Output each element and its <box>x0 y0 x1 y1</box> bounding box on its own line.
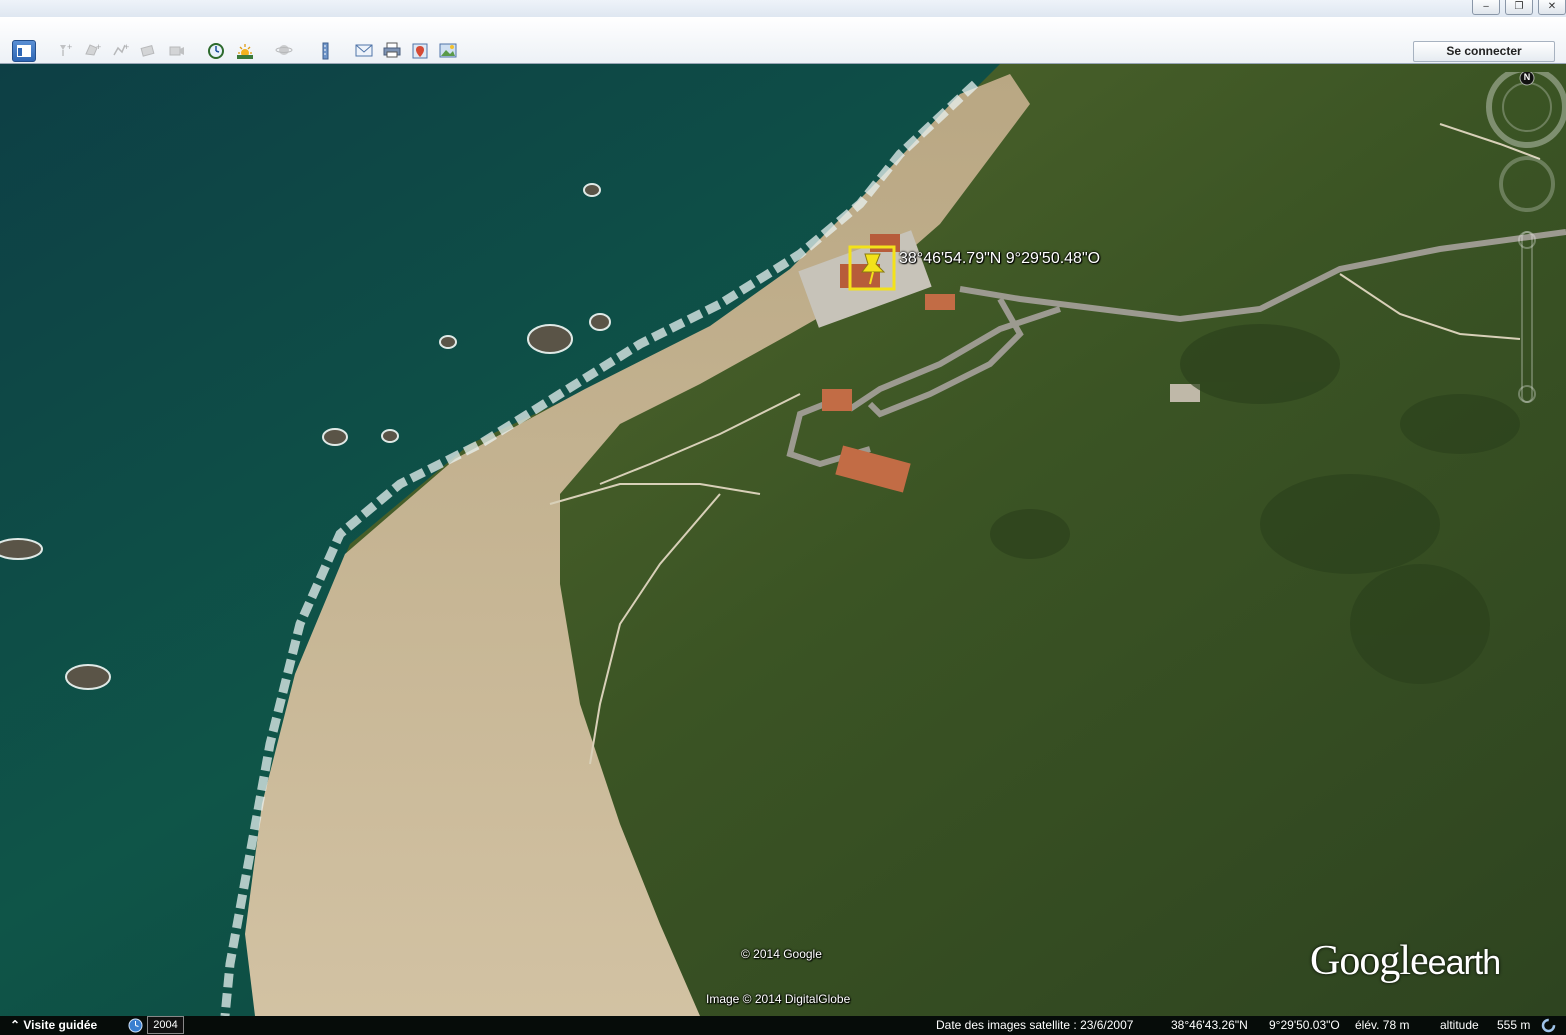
save-image-icon <box>439 43 457 58</box>
imagery-date: Date des images satellite : 23/6/2007 <box>936 1018 1134 1032</box>
cursor-elevation: élév. 78 m <box>1355 1018 1410 1032</box>
svg-text:+: + <box>124 42 129 52</box>
sunlight-button[interactable] <box>233 40 257 62</box>
svg-text:+: + <box>96 42 101 52</box>
historical-imagery-button[interactable] <box>204 40 228 62</box>
save-image-button[interactable] <box>436 40 460 62</box>
email-button[interactable] <box>352 40 376 62</box>
sidebar-icon <box>17 45 31 57</box>
polygon-icon: + <box>85 42 101 56</box>
sign-in-button[interactable]: Se connecter <box>1413 41 1555 62</box>
placemark-icon: + <box>60 42 72 56</box>
cursor-latitude: 38°46'43.26"N <box>1171 1018 1248 1032</box>
sun-icon <box>237 44 253 59</box>
earth-3d-view[interactable]: 38°46'54.79"N 9°29'50.48"O © 2014 Google… <box>0 64 1566 1016</box>
add-placemark-button[interactable]: + <box>53 40 77 62</box>
placemark-coordinates-label: 38°46'54.79"N 9°29'50.48"O <box>899 250 1101 267</box>
sidebar-toggle-button[interactable] <box>12 40 36 62</box>
ruler-icon <box>322 42 329 60</box>
streaming-progress-icon <box>1541 1018 1556 1033</box>
copyright-imagery: Image © 2014 DigitalGlobe <box>706 992 851 1006</box>
altitude-label: altitude <box>1440 1018 1479 1032</box>
close-button[interactable]: ✕ <box>1538 0 1566 15</box>
record-tour-button[interactable] <box>165 40 189 62</box>
main-toolbar: + + + Se connecter <box>0 17 1566 64</box>
zoom-slider[interactable] <box>1521 231 1533 403</box>
imagery-year-badge[interactable]: 2004 <box>147 1016 184 1034</box>
add-path-button[interactable]: + <box>109 40 133 62</box>
maps-icon <box>412 43 428 59</box>
tour-guide-toggle[interactable]: ⌃ Visite guidée <box>0 1016 120 1035</box>
navigation-controls: N <box>1480 66 1566 412</box>
record-tour-icon <box>169 46 184 56</box>
planet-icon <box>275 45 293 55</box>
restore-button[interactable]: ❐ <box>1505 0 1533 15</box>
switch-planet-button[interactable] <box>272 40 296 62</box>
clock-icon <box>208 43 224 59</box>
copyright-google: © 2014 Google <box>741 947 822 961</box>
add-image-overlay-button[interactable] <box>137 40 161 62</box>
pan-control-icon[interactable] <box>1499 156 1555 212</box>
cursor-longitude: 9°29'50.03"O <box>1269 1018 1340 1032</box>
view-in-maps-button[interactable] <box>408 40 432 62</box>
path-icon: + <box>113 42 129 56</box>
navigation-controls-graphic <box>1486 66 1566 403</box>
compass-north-label: N <box>1523 72 1531 82</box>
status-bar: ⌃ Visite guidée 2004 Date des images sat… <box>0 1016 1566 1035</box>
email-icon <box>355 44 373 57</box>
add-polygon-button[interactable]: + <box>81 40 105 62</box>
print-button[interactable] <box>380 40 404 62</box>
historical-clock-icon[interactable] <box>128 1018 143 1033</box>
altitude-value: 555 m <box>1497 1018 1531 1032</box>
window-title-bar: ‒ ❐ ✕ <box>0 0 1566 17</box>
ruler-button[interactable] <box>313 40 337 62</box>
svg-text:+: + <box>67 42 72 52</box>
minimize-button[interactable]: ‒ <box>1472 0 1500 15</box>
print-icon <box>383 42 401 58</box>
image-overlay-icon <box>140 44 155 57</box>
google-earth-logo: Googleearth <box>1310 938 1501 984</box>
satellite-imagery <box>0 64 1566 1016</box>
